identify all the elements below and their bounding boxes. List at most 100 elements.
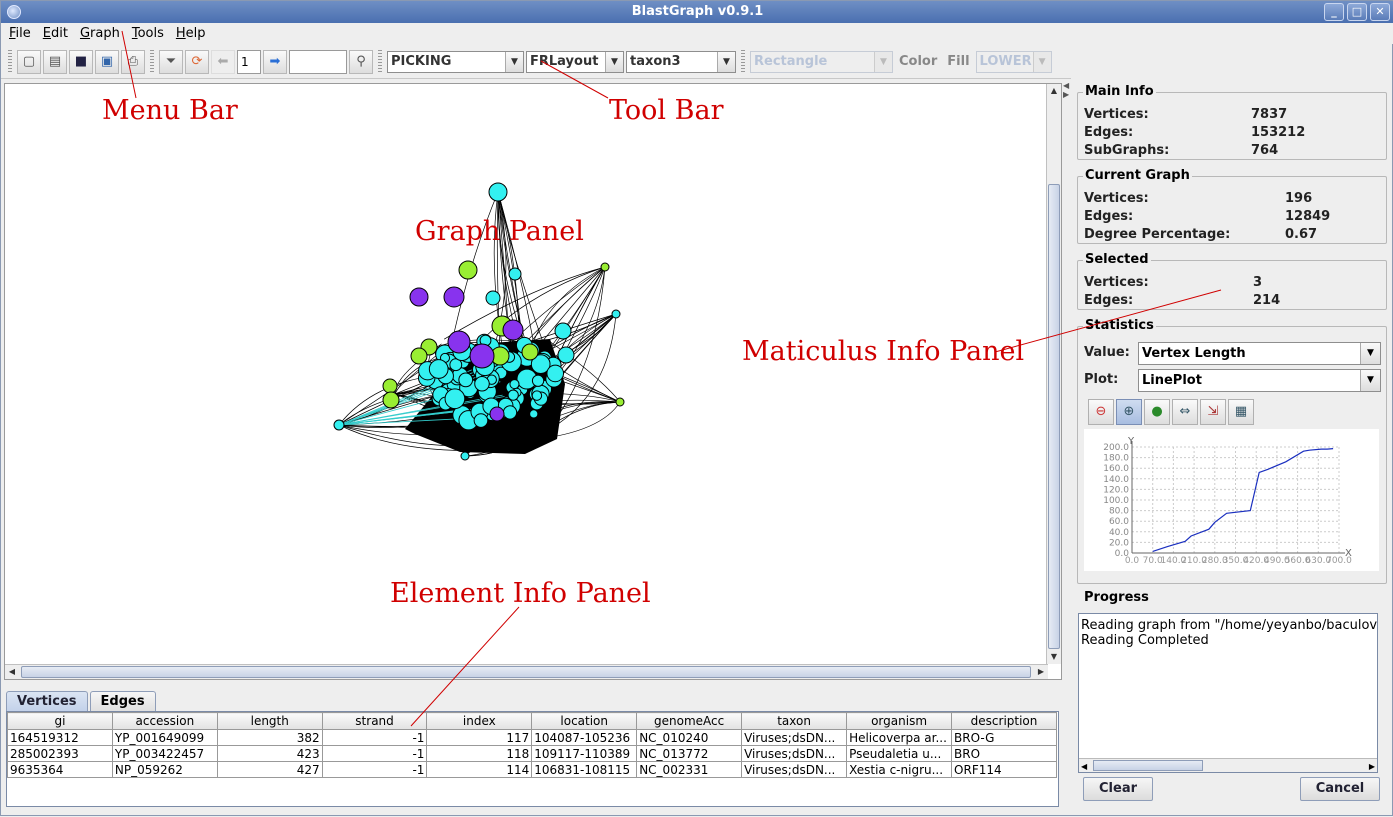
shape-select[interactable]: Rectangle ▼	[750, 50, 893, 73]
close-button[interactable]: ✕	[1370, 3, 1390, 21]
graph-node[interactable]	[409, 287, 429, 307]
graph-node[interactable]	[474, 375, 490, 392]
graph-node[interactable]	[333, 419, 345, 431]
layout-select[interactable]: FRLayout ▼	[526, 50, 624, 73]
tab-vertices[interactable]: Vertices	[6, 691, 88, 711]
fit-button[interactable]: ⇔	[1172, 399, 1198, 425]
fill-button[interactable]: Fill	[943, 54, 973, 69]
previous-button[interactable]: ⬅	[211, 49, 235, 74]
graph-horizontal-scrollbar[interactable]: ◀ ▶	[5, 664, 1048, 679]
column-header-length[interactable]: length	[216, 712, 323, 730]
new-file-button[interactable]: ▢	[17, 49, 41, 74]
graph-node[interactable]	[469, 343, 495, 369]
save-button[interactable]: ■	[69, 49, 93, 74]
menu-tools[interactable]: Tools	[126, 26, 170, 41]
column-header-genomeAcc[interactable]: genomeAcc	[636, 712, 743, 730]
zoom-out-button[interactable]: ⊖	[1088, 399, 1114, 425]
column-header-strand[interactable]: strand	[321, 712, 428, 730]
statistics-chart[interactable]: 0.0 20.040.060.080.0100.0120.0140.0160.01…	[1084, 429, 1379, 571]
graph-node[interactable]	[531, 390, 543, 401]
graph-node[interactable]	[557, 346, 575, 364]
graph-node[interactable]	[615, 397, 625, 407]
export-image-button[interactable]: ▣	[95, 49, 119, 74]
column-header-organism[interactable]: organism	[846, 712, 953, 730]
graph-node[interactable]	[508, 267, 522, 281]
menu-file[interactable]: File	[3, 26, 37, 41]
progress-horizontal-scrollbar[interactable]: ◀ ▶	[1079, 758, 1377, 772]
graph-node[interactable]	[489, 406, 505, 422]
scroll-left-icon[interactable]: ◀	[1081, 759, 1087, 772]
graph-node[interactable]	[382, 378, 398, 394]
tab-edges[interactable]: Edges	[89, 691, 156, 711]
scroll-left-icon[interactable]: ◀	[5, 665, 19, 679]
column-header-taxon[interactable]: taxon	[741, 712, 848, 730]
menu-help[interactable]: Help	[170, 26, 212, 41]
clear-button[interactable]: Clear	[1083, 777, 1153, 801]
graph-vertical-scrollbar[interactable]: ▲ ▼	[1046, 84, 1061, 664]
maximize-button[interactable]: □	[1347, 3, 1367, 21]
export-button[interactable]: ⇲	[1200, 399, 1226, 425]
graph-node[interactable]	[444, 388, 466, 410]
graph-node[interactable]	[600, 262, 610, 272]
graph-node[interactable]	[529, 409, 539, 419]
table-button[interactable]: ▦	[1228, 399, 1254, 425]
scroll-right-icon[interactable]: ▶	[1369, 759, 1375, 772]
collapse-arrows-icon[interactable]: ◀ ▶	[1063, 81, 1069, 99]
toolbar-grip[interactable]	[150, 49, 154, 74]
minimize-button[interactable]: _	[1324, 3, 1344, 21]
menu-graph[interactable]: Graph	[74, 26, 126, 41]
graph-node[interactable]	[428, 359, 449, 379]
graph-node[interactable]	[521, 343, 539, 361]
column-header-location[interactable]: location	[531, 712, 638, 730]
graph-node[interactable]	[509, 379, 520, 390]
scroll-down-icon[interactable]: ▼	[1047, 650, 1061, 664]
scroll-right-icon[interactable]: ▶	[1034, 665, 1048, 679]
column-header-description[interactable]: description	[951, 712, 1057, 730]
page-input[interactable]: 1	[237, 49, 261, 74]
mode-select[interactable]: PICKING ▼	[387, 50, 524, 73]
graph-node[interactable]	[531, 374, 545, 387]
open-file-button[interactable]: ▤	[43, 49, 67, 74]
column-header-accession[interactable]: accession	[111, 712, 218, 730]
case-select[interactable]: LOWER ▼	[975, 50, 1052, 73]
menu-edit[interactable]: Edit	[37, 26, 74, 41]
table-row[interactable]: 9635364 NP_059262 427 -1 114 106831-108115 NC_…	[7, 761, 1057, 778]
graph-node[interactable]	[502, 319, 524, 341]
graph-canvas[interactable]	[5, 84, 1047, 664]
search-button[interactable]: ⚲	[349, 49, 373, 74]
scrollbar-thumb[interactable]	[1093, 760, 1203, 771]
zoom-in-button[interactable]: ⊕	[1116, 399, 1142, 425]
print-button[interactable]: ⎙	[121, 49, 145, 74]
graph-node[interactable]	[485, 290, 501, 306]
column-header-index[interactable]: index	[426, 712, 533, 730]
graph-node[interactable]	[546, 364, 565, 383]
cancel-button[interactable]: Cancel	[1300, 777, 1380, 801]
toolbar-grip[interactable]	[8, 49, 12, 74]
graph-node[interactable]	[507, 389, 519, 401]
attribute-select[interactable]: taxon3 ▼	[626, 50, 736, 73]
next-button[interactable]: ➡	[263, 49, 287, 74]
scroll-up-icon[interactable]: ▲	[1047, 84, 1061, 98]
color-button[interactable]: Color	[895, 54, 941, 69]
refresh-button[interactable]: ⟳	[185, 49, 209, 74]
filter-button[interactable]: ⏷	[159, 49, 183, 74]
scrollbar-thumb[interactable]	[1048, 184, 1060, 649]
graph-node[interactable]	[502, 405, 518, 420]
zoom-reset-button[interactable]: ●	[1144, 399, 1170, 425]
graph-node[interactable]	[458, 372, 474, 388]
graph-node[interactable]	[460, 451, 470, 461]
graph-node[interactable]	[443, 286, 465, 308]
graph-node[interactable]	[473, 413, 489, 428]
table-row[interactable]: 164519312 YP_001649099 382 -1 117 104087-1052…	[7, 729, 1057, 746]
value-select[interactable]: Vertex Length ▼	[1138, 342, 1381, 365]
scrollbar-thumb[interactable]	[21, 666, 1031, 678]
graph-node[interactable]	[488, 182, 508, 202]
graph-node[interactable]	[458, 260, 478, 280]
toolbar-grip[interactable]	[378, 49, 382, 74]
table-row[interactable]: 285002393 YP_003422457 423 -1 118 109117-1103…	[7, 745, 1057, 762]
toolbar-grip[interactable]	[741, 49, 745, 74]
graph-node[interactable]	[447, 330, 471, 354]
search-input[interactable]	[289, 49, 347, 74]
plot-select[interactable]: LinePlot ▼	[1138, 369, 1381, 392]
column-header-gi[interactable]: gi	[7, 712, 113, 730]
